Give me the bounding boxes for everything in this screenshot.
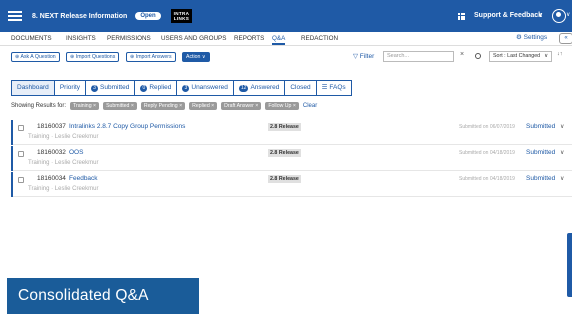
sort-select[interactable]: Sort : Last Changed ∨ [489,51,552,62]
menu-icon[interactable] [8,11,22,21]
row-checkbox[interactable] [18,177,24,183]
intralinks-logo: INTRA LINKS [170,9,193,23]
release-tag: 2.8 Release [268,175,301,183]
nav-insights[interactable]: INSIGHTS [66,32,96,45]
filter-chip[interactable]: Follow Up × [265,102,299,110]
search-input[interactable]: Search... [383,51,454,62]
status-label: Submitted [526,149,556,156]
count-badge: 3 [91,84,99,92]
release-tag: 2.8 Release [268,149,301,157]
search-icon[interactable] [475,53,481,59]
workspace-title[interactable]: 8. NEXT Release Information [32,13,127,20]
sort-direction-icon[interactable]: ↓↑ [557,51,563,57]
row-checkbox[interactable] [18,125,24,131]
table-row[interactable]: 18160034 Feedback Training · Leslie Cree… [11,172,572,197]
tab-unanswered[interactable]: 3 Unanswered [176,80,234,96]
chevron-down-icon[interactable]: ∨ [566,11,570,18]
clear-filters-link[interactable]: Clear [303,103,317,109]
tab-priority[interactable]: Priority [53,80,87,96]
release-tag: 2.8 Release [268,123,301,131]
ask-question-button[interactable]: ⊕ Ask A Question [11,52,60,62]
qa-toolbar: ⊕ Ask A Question ⊕ Import Questions ⊕ Im… [0,47,572,67]
question-title-link[interactable]: Feedback [69,175,98,182]
chevron-down-icon[interactable]: ∨ [560,123,564,130]
nav-redaction[interactable]: REDACTION [301,32,338,45]
chevron-down-icon[interactable]: ∨ [560,149,564,156]
import-questions-button[interactable]: ⊕ Import Questions [66,52,120,62]
tab-answered[interactable]: 12 Answered [232,80,286,96]
filter-chip[interactable]: Replied × [189,102,218,110]
main-nav: DOCUMENTS INSIGHTS PERMISSIONS USERS AND… [0,32,572,46]
list-icon: ☰ [321,84,328,91]
submitted-date: Submitted on 06/07/2019 [459,124,515,130]
import-answers-button[interactable]: ⊕ Import Answers [126,52,176,62]
question-title-link[interactable]: Intralinks 2.8.7 Copy Group Permissions [69,123,185,130]
nav-documents[interactable]: DOCUMENTS [11,32,52,45]
tab-replied[interactable]: 0 Replied [134,80,178,96]
question-meta: Training · Leslie Creekmur [28,186,99,192]
question-number: 18160037 [37,123,66,130]
action-dropdown[interactable]: Action ∨ [182,52,210,62]
settings-button[interactable]: ⚙ Settings [516,33,547,41]
count-badge: 12 [238,84,249,92]
tab-submitted[interactable]: 3 Submitted [85,80,136,96]
user-icon[interactable] [552,9,566,23]
table-row[interactable]: 18160037 Intralinks 2.8.7 Copy Group Per… [11,120,572,145]
chevron-down-icon[interactable]: ∨ [560,175,564,182]
chevron-down-icon: ∨ [544,53,548,59]
status-label: Submitted [526,123,556,130]
side-panel-tab[interactable] [567,233,572,297]
support-feedback-menu[interactable]: Support & Feedback [474,12,542,19]
question-number: 18160034 [37,175,66,182]
chevron-down-icon[interactable]: ∨ [538,11,543,19]
tab-closed[interactable]: Closed [284,80,317,96]
submitted-date: Submitted on 04/18/2019 [459,176,515,182]
question-meta: Training · Leslie Creekmur [28,160,99,166]
filter-chip[interactable]: Draft Answer × [221,102,262,110]
status-badge: Open [135,12,161,20]
collapse-button[interactable]: « [559,33,572,44]
count-badge: 0 [140,84,148,92]
results-label: Showing Results for: [11,103,67,109]
count-badge: 3 [182,84,190,92]
caption-banner: Consolidated Q&A [7,278,199,314]
row-checkbox[interactable] [18,151,24,157]
nav-users-and-groups[interactable]: USERS AND GROUPS [161,32,226,45]
question-meta: Training · Leslie Creekmur [28,134,99,140]
submitted-date: Submitted on 04/18/2019 [459,150,515,156]
clear-search-icon[interactable]: × [460,51,464,58]
filter-chip[interactable]: Training × [70,102,100,110]
status-label: Submitted [526,175,556,182]
app-grid-icon[interactable] [458,13,465,20]
tab-dashboard[interactable]: Dashboard [11,80,55,96]
filter-chip[interactable]: Reply Pending × [140,102,186,110]
tab-faqs[interactable]: ☰ FAQs [315,80,352,96]
filter-chip[interactable]: Submitted × [103,102,137,110]
nav-permissions[interactable]: PERMISSIONS [107,32,151,45]
filter-button[interactable]: ▽ Filter [353,52,374,60]
question-number: 18160032 [37,149,66,156]
qa-status-tabs: Dashboard Priority 3 Submitted 0 Replied 3… [11,80,352,96]
nav-reports[interactable]: REPORTS [234,32,264,45]
nav-qa[interactable]: Q&A [272,32,286,45]
question-title-link[interactable]: OOS [69,149,83,156]
table-row[interactable]: 18160032 OOS Training · Leslie Creekmur … [11,146,572,171]
active-filters: Showing Results for: Training × Submitte… [11,101,317,111]
